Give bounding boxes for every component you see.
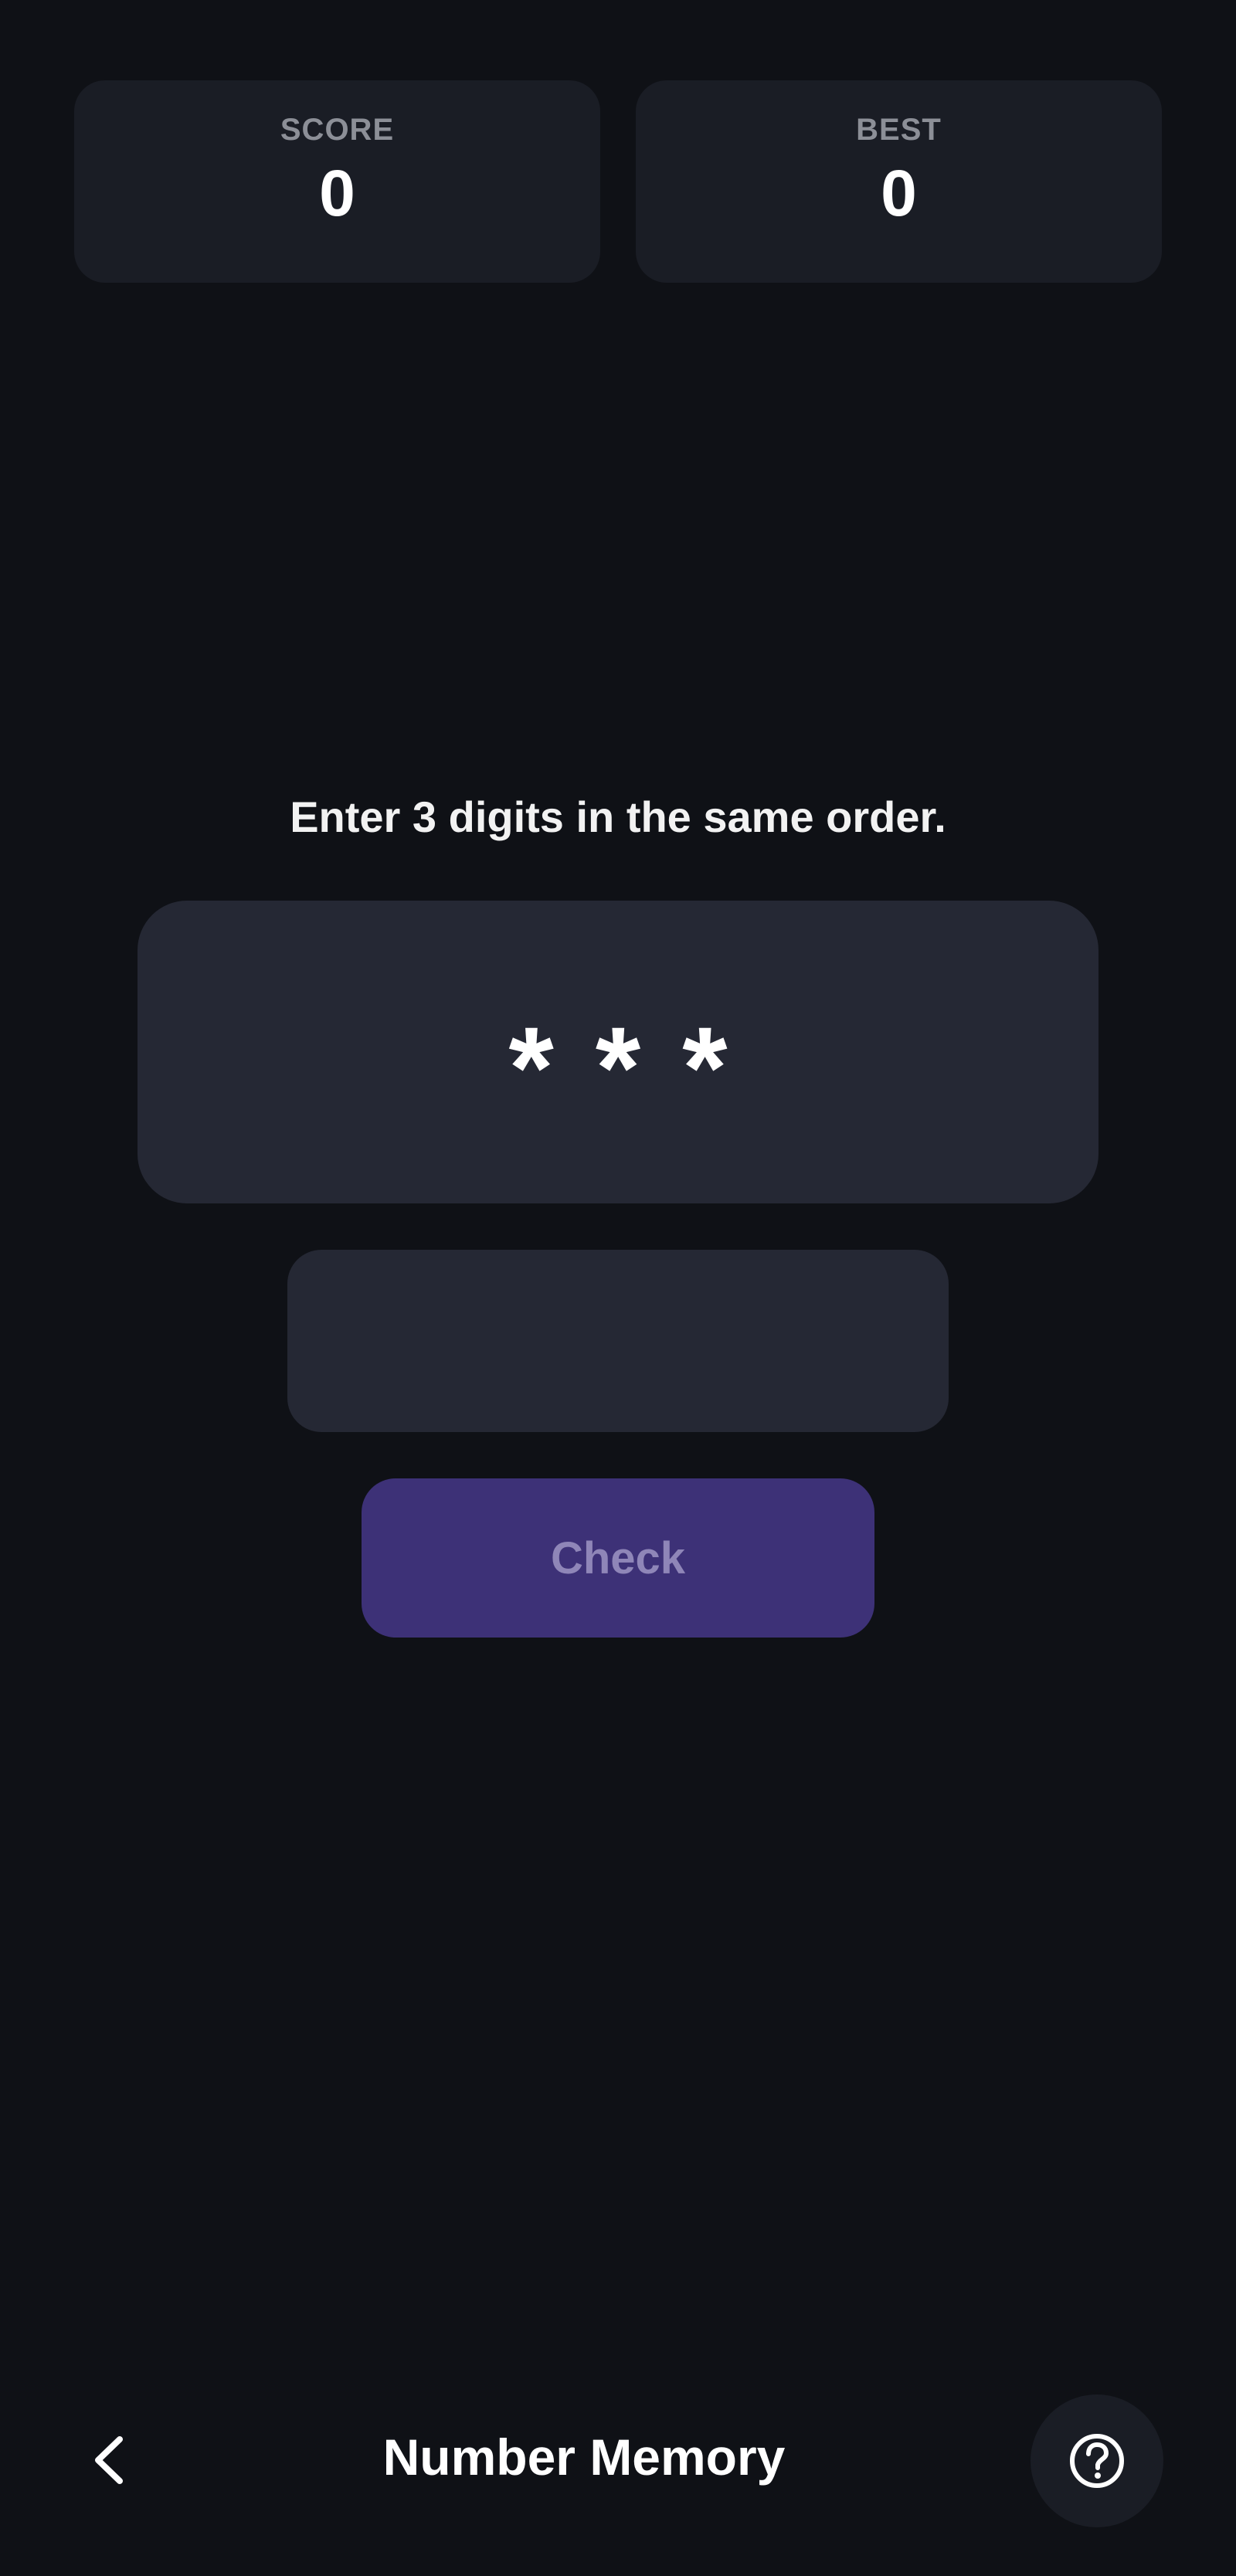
masked-number-display: ***	[138, 901, 1098, 1203]
page-title: Number Memory	[382, 2428, 786, 2486]
masked-digits: ***	[508, 1003, 769, 1132]
best-value: 0	[881, 157, 917, 229]
question-circle-icon	[1070, 2434, 1124, 2488]
score-label: SCORE	[280, 113, 395, 147]
bottom-bar: Number Memory	[0, 2387, 1236, 2534]
answer-input[interactable]	[287, 1250, 949, 1432]
score-value: 0	[319, 157, 355, 229]
score-row: SCORE 0 BEST 0	[74, 80, 1162, 283]
instruction-text: Enter 3 digits in the same order.	[290, 792, 946, 841]
check-button[interactable]: Check	[362, 1478, 874, 1638]
best-label: BEST	[856, 113, 942, 147]
score-card: SCORE 0	[74, 80, 600, 283]
best-card: BEST 0	[636, 80, 1162, 283]
help-button[interactable]	[1031, 2394, 1163, 2527]
